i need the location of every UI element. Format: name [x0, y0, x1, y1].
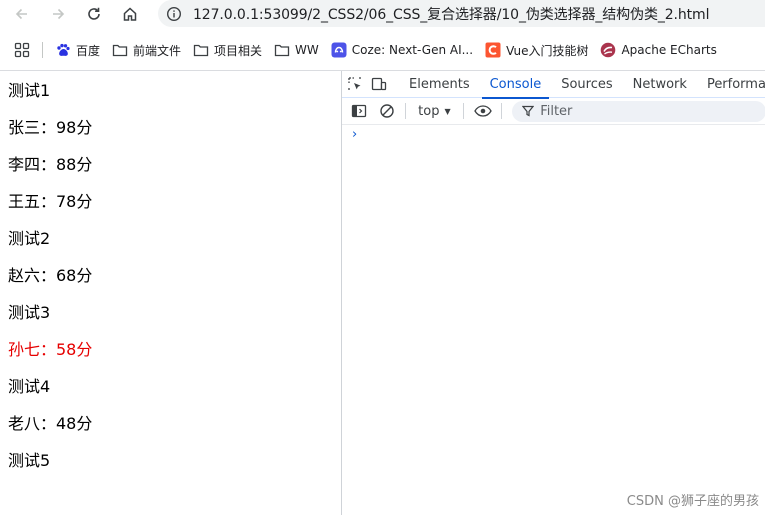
console-toolbar: top ▼ Filter — [342, 98, 765, 125]
apps-grid-icon — [14, 42, 30, 58]
block-icon — [380, 104, 395, 118]
csdn-icon — [485, 42, 501, 58]
eye-icon — [474, 105, 493, 117]
content-line-highlighted: 孙七：58分 — [8, 340, 93, 359]
bookmark-folder-ww[interactable]: WW — [268, 38, 325, 62]
page-content: 测试1 张三：98分 李四：88分 王五：78分 测试2 赵六：68分 测试3 … — [0, 71, 341, 515]
arrow-left-icon — [15, 8, 27, 20]
filter-icon — [522, 105, 535, 117]
filter-input[interactable]: Filter — [512, 100, 765, 122]
devtools-separator — [462, 103, 464, 119]
forward-button[interactable] — [46, 2, 70, 26]
browser-toolbar: 127.0.0.1:53099/2_CSS2/06_CSS_复合选择器/10_伪… — [0, 0, 765, 28]
content-line: 王五：78分 — [8, 192, 93, 211]
caret-down-icon: ▼ — [444, 106, 451, 116]
home-icon — [123, 7, 137, 21]
reload-button[interactable] — [82, 2, 106, 26]
bookmarks-bar: 百度 前端文件 项目相关 WW Coze: Next-Gen AI... Vue… — [0, 36, 765, 64]
arrow-right-icon — [53, 8, 65, 20]
content-line: 测试1 — [8, 81, 51, 100]
back-button[interactable] — [10, 2, 34, 26]
content-line: 赵六：68分 — [8, 266, 93, 285]
context-value: top — [418, 103, 440, 119]
content-line: 李四：88分 — [8, 155, 93, 174]
content-line: 测试4 — [8, 377, 51, 396]
content-line: 老八：48分 — [8, 414, 93, 433]
inspect-element-button[interactable] — [347, 72, 363, 96]
url-text[interactable]: 127.0.0.1:53099/2_CSS2/06_CSS_复合选择器/10_伪… — [193, 4, 709, 24]
clear-console-button[interactable] — [376, 99, 400, 123]
home-button[interactable] — [118, 2, 142, 26]
coze-icon — [331, 42, 347, 58]
folder-icon — [112, 42, 128, 58]
address-bar[interactable]: 127.0.0.1:53099/2_CSS2/06_CSS_复合选择器/10_伪… — [158, 0, 765, 27]
apps-button[interactable] — [6, 38, 38, 62]
device-toolbar-button[interactable] — [371, 72, 387, 96]
bookmarks-separator — [42, 42, 43, 58]
show-sidebar-button[interactable] — [347, 99, 371, 123]
bookmark-label: 百度 — [76, 43, 101, 58]
devtools-separator — [501, 103, 503, 119]
bookmark-label: Vue入门技能树 — [506, 43, 589, 58]
devtools-separator — [405, 103, 407, 119]
bookmark-folder-frontend[interactable]: 前端文件 — [106, 38, 187, 62]
filter-placeholder: Filter — [540, 103, 573, 119]
tab-console[interactable]: Console — [480, 71, 552, 99]
tab-sources[interactable]: Sources — [551, 71, 622, 98]
inspect-icon — [348, 77, 361, 90]
folder-icon — [274, 42, 290, 58]
bookmark-label: WW — [295, 43, 319, 57]
reload-icon — [88, 7, 100, 20]
content-line: 张三：98分 — [8, 118, 93, 137]
bookmark-baidu[interactable]: 百度 — [49, 38, 106, 62]
console-prompt-icon[interactable]: › — [352, 127, 357, 142]
bookmark-label: Apache ECharts — [621, 43, 717, 57]
device-icon — [371, 77, 387, 91]
context-select[interactable]: top ▼ — [414, 104, 454, 119]
bookmark-label: Coze: Next-Gen AI... — [351, 43, 474, 57]
devtools-panel: Elements Console Sources Network Perform… — [341, 71, 765, 515]
live-expression-button[interactable] — [472, 99, 496, 123]
tab-network[interactable]: Network — [623, 71, 697, 98]
sidebar-icon — [351, 104, 366, 118]
paw-icon — [55, 42, 71, 58]
content-line: 测试2 — [8, 229, 51, 248]
tab-elements[interactable]: Elements — [399, 71, 480, 98]
folder-icon — [193, 42, 209, 58]
bookmark-label: 前端文件 — [133, 43, 182, 58]
site-info-icon[interactable] — [162, 2, 186, 26]
bookmark-vue[interactable]: Vue入门技能树 — [479, 38, 594, 62]
bookmark-label: 项目相关 — [214, 43, 263, 58]
content-line: 测试3 — [8, 303, 51, 322]
content-line: 测试5 — [8, 451, 51, 470]
echarts-icon — [600, 42, 616, 58]
watermark: CSDN @狮子座的男孩 — [626, 494, 759, 509]
devtools-tabbar: Elements Console Sources Network Perform… — [342, 71, 765, 99]
bookmark-folder-projects[interactable]: 项目相关 — [187, 38, 268, 62]
bookmark-coze[interactable]: Coze: Next-Gen AI... — [325, 38, 479, 62]
bookmark-echarts[interactable]: Apache ECharts — [594, 38, 722, 62]
tab-performance[interactable]: Performance — [697, 71, 765, 98]
